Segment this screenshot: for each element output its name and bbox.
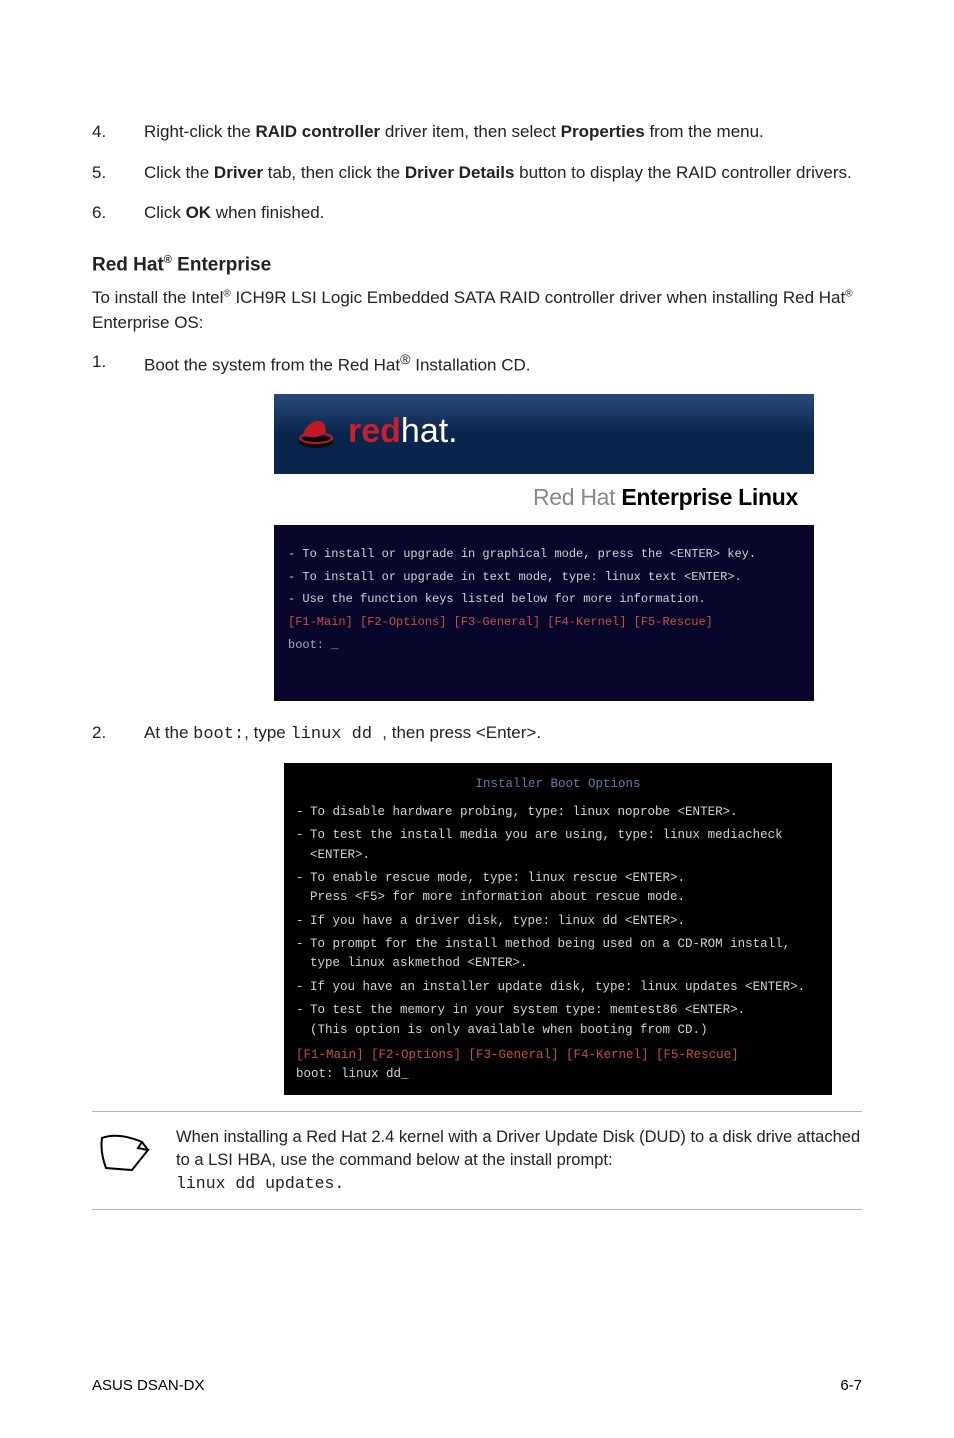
installer-option-line: -To test the memory in your system type:… [296,1001,820,1040]
installer-options-screenshot: Installer Boot Options -To disable hardw… [284,763,832,1094]
step-1: 1. Boot the system from the Red Hat® Ins… [92,350,862,378]
pencil-note-icon [98,1132,154,1174]
boot-prompt: boot: linux dd_ [296,1065,820,1084]
installer-option-line: -If you have an installer update disk, t… [296,978,820,997]
redhat-logo-icon [296,412,336,452]
step-5: 5.Click the Driver tab, then click the D… [92,161,862,186]
step-6: 6.Click OK when finished. [92,201,862,226]
installer-option-line: -To test the install media you are using… [296,826,820,865]
fkeys-line: [F1-Main] [F2-Options] [F3-General] [F4-… [296,1046,820,1065]
installer-option-line: -To prompt for the install method being … [296,935,820,974]
section-title: Red Hat® Enterprise [92,254,862,276]
installer-title: Installer Boot Options [296,775,820,794]
installer-option-line: -To enable rescue mode, type: linux resc… [296,869,820,908]
note-box: When installing a Red Hat 2.4 kernel wit… [92,1111,862,1210]
step-4: 4.Right-click the RAID controller driver… [92,120,862,145]
footer-left: ASUS DSAN-DX [92,1377,205,1394]
redhat-boot-screenshot: redhat. Red Hat Enterprise Linux - To in… [274,394,814,701]
intro-text: To install the Intel® ICH9R LSI Logic Em… [92,286,862,335]
note-command: linux dd updates. [176,1174,344,1193]
installer-option-line: -If you have a driver disk, type: linux … [296,912,820,931]
installer-option-line: -To disable hardware probing, type: linu… [296,803,820,822]
redhat-wordmark: redhat. [348,412,458,451]
redhat-subline: Red Hat Enterprise Linux [274,474,814,525]
note-text: When installing a Red Hat 2.4 kernel wit… [176,1128,860,1169]
step-2: 2. At the boot:, type linux dd , then pr… [92,721,862,748]
footer-right: 6-7 [840,1377,862,1394]
